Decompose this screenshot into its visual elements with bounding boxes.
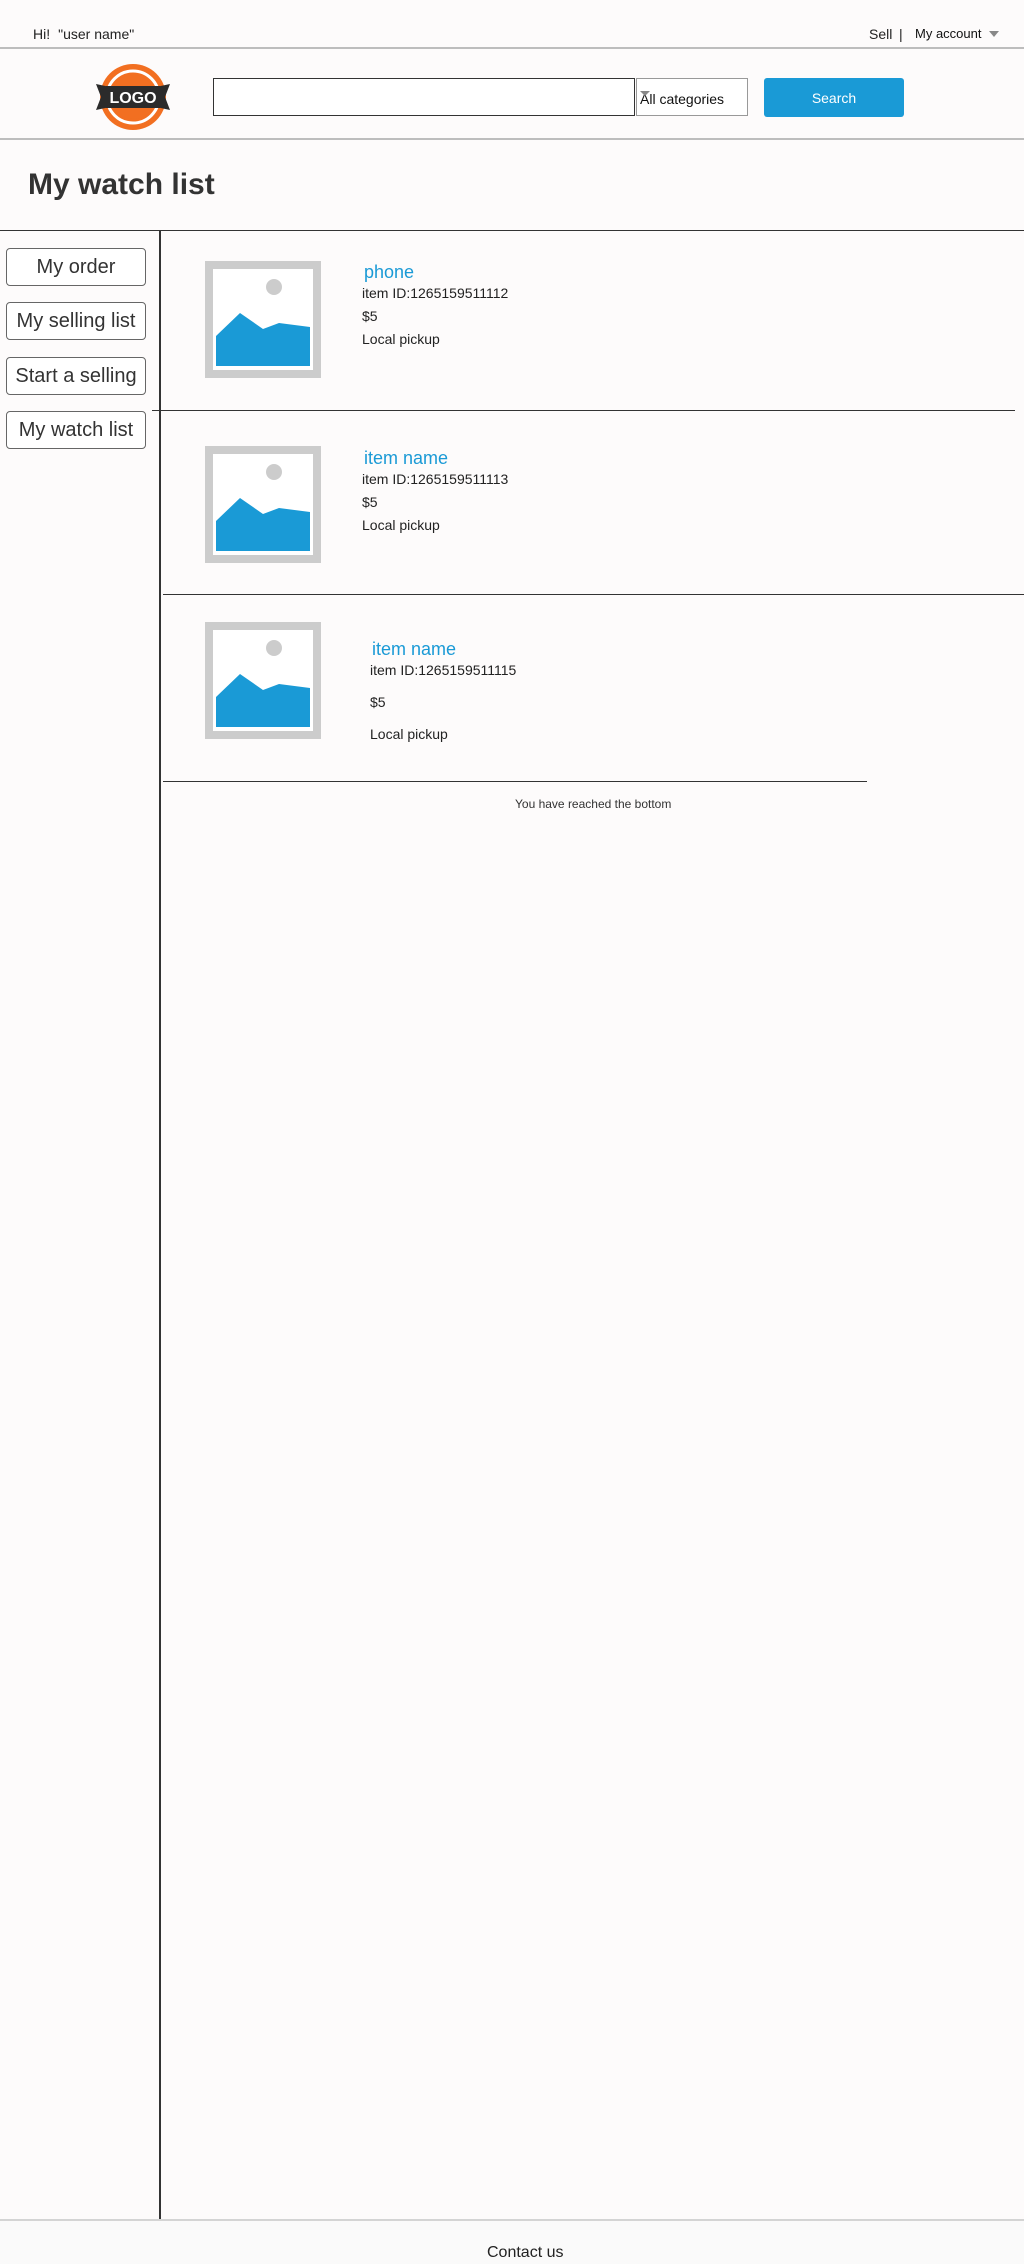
item-shipping: Local pickup (362, 517, 440, 533)
item-shipping: Local pickup (370, 726, 448, 742)
greeting: Hi! "user name" (33, 26, 134, 42)
header-divider (0, 138, 1024, 140)
category-select[interactable]: All categories (636, 78, 748, 116)
item-image-placeholder[interactable] (205, 261, 321, 378)
item-divider (163, 594, 1024, 595)
search-input[interactable] (213, 78, 635, 116)
greeting-text: Hi! (33, 26, 51, 42)
item-image-placeholder[interactable] (205, 446, 321, 563)
item-name-link[interactable]: item name (372, 639, 456, 660)
category-select-value: All categories (640, 91, 725, 107)
chevron-down-icon[interactable] (989, 31, 999, 37)
item-price: $5 (362, 308, 378, 324)
sidebar-item-my-selling-list[interactable]: My selling list (6, 302, 146, 340)
header-separator: | (899, 26, 903, 42)
item-price: $5 (362, 494, 378, 510)
sidebar-item-my-order[interactable]: My order (6, 248, 146, 286)
sidebar-divider (159, 230, 161, 2220)
my-account-menu[interactable]: My account (915, 26, 981, 41)
item-name-link[interactable]: phone (364, 262, 414, 283)
end-of-list-message: You have reached the bottom (515, 797, 672, 811)
top-divider (0, 47, 1024, 49)
title-divider (0, 230, 1024, 231)
user-name: "user name" (58, 26, 135, 42)
contact-us-link[interactable]: Contact us (487, 2244, 563, 2262)
item-divider (163, 781, 867, 782)
page-title: My watch list (28, 168, 215, 201)
item-id: item ID:1265159511113 (362, 471, 509, 487)
logo-text: LOGO (109, 90, 156, 107)
item-divider (152, 410, 1015, 411)
item-id: item ID:1265159511112 (362, 285, 509, 301)
chevron-down-icon (640, 91, 650, 96)
sidebar-item-start-a-selling[interactable]: Start a selling (6, 357, 146, 395)
sell-link[interactable]: Sell (869, 26, 892, 42)
logo[interactable]: LOGO (94, 62, 172, 132)
item-name-link[interactable]: item name (364, 448, 448, 469)
item-shipping: Local pickup (362, 331, 440, 347)
item-id: item ID:1265159511115 (370, 662, 517, 678)
search-button[interactable]: Search (764, 78, 904, 117)
sidebar-item-my-watch-list[interactable]: My watch list (6, 411, 146, 449)
item-price: $5 (370, 694, 386, 710)
item-image-placeholder[interactable] (205, 622, 321, 739)
